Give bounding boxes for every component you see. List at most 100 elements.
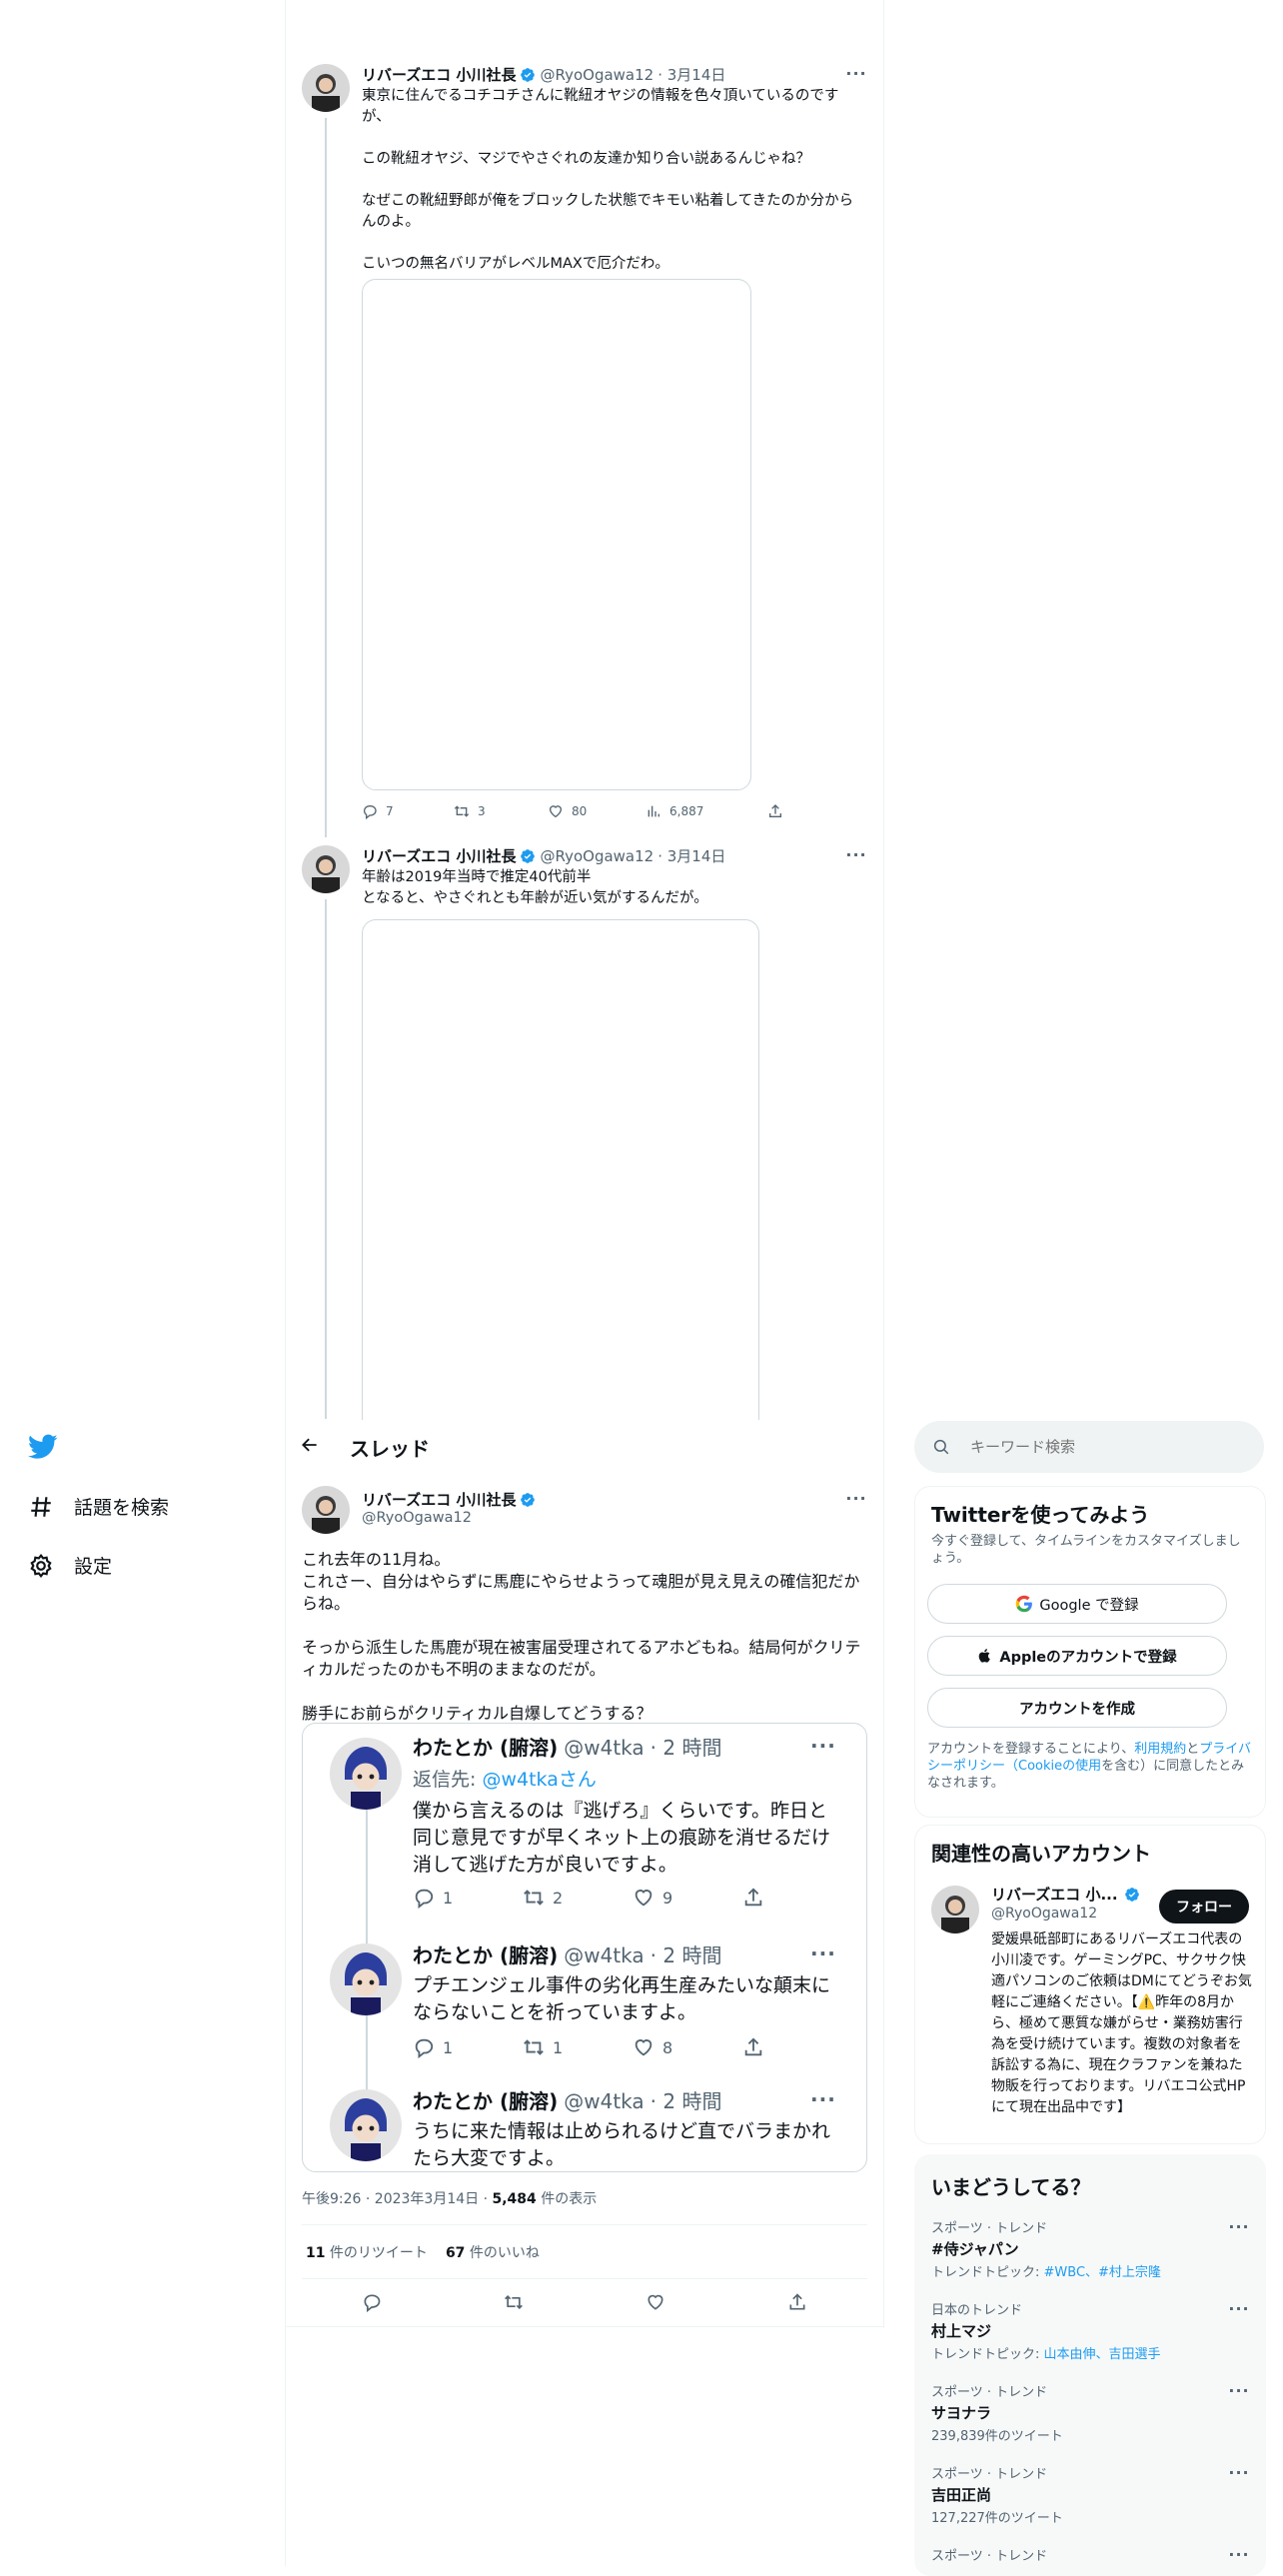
author-name[interactable]: リバーズエコ 小川社長 — [362, 64, 516, 85]
retweet-button[interactable] — [504, 2292, 645, 2316]
author-handle[interactable]: @RyoOgawa12 — [362, 1510, 472, 1526]
tweet-media[interactable] — [362, 279, 751, 790]
terms-link[interactable]: 利用規約 — [1134, 1742, 1186, 1757]
related-account-handle[interactable]: @RyoOgawa12 — [991, 1906, 1097, 1923]
like-button[interactable]: 80 — [548, 803, 645, 819]
likes-stat[interactable]: 67 件のいいね — [446, 2242, 540, 2262]
follow-button[interactable]: フォロー — [1159, 1890, 1249, 1924]
tweet-date-time[interactable]: 午後9:26 · 2023年3月14日 · — [302, 2191, 493, 2207]
tweet-media[interactable] — [362, 919, 759, 1420]
author-handle[interactable]: @w4tka — [564, 2089, 643, 2113]
trends-card: いまどうしてる？ スポーツ · トレンド #侍ジャパン トレンドトピック: #W… — [914, 2154, 1266, 2576]
divider — [302, 2224, 867, 2225]
share-icon — [769, 804, 781, 817]
more-options-icon[interactable]: ··· — [810, 1734, 835, 1758]
author-name[interactable]: わたとか (腑溶) — [413, 2085, 558, 2114]
more-options-icon[interactable]: ··· — [810, 1941, 835, 1965]
share-button[interactable] — [787, 2292, 807, 2316]
more-options-icon[interactable]: ··· — [810, 2087, 835, 2111]
author-handle[interactable]: @w4tka — [564, 1943, 643, 1967]
reply-button[interactable]: 7 — [362, 803, 454, 819]
apple-signup-button[interactable]: Appleのアカウントで登録 — [927, 1636, 1227, 1676]
tweet-date[interactable]: · 3月14日 — [657, 845, 725, 866]
more-options-icon[interactable]: ··· — [1227, 2463, 1251, 2483]
reply-to-link[interactable]: @w4tkaさん — [482, 1769, 596, 1791]
reply-button[interactable] — [362, 2292, 504, 2316]
nav-explore[interactable]: 話題を検索 — [28, 1493, 169, 1520]
search-bar[interactable] — [914, 1421, 1264, 1473]
more-options-icon[interactable]: ··· — [844, 845, 868, 865]
quoted-tweet[interactable]: わたとか (腑溶) @w4tka · 2 時間 返信先: @w4tkaさん 僕か… — [413, 1732, 852, 1909]
signup-card: Twitterを使ってみよう 今すぐ登録して、タイムラインをカスタマイズしましょ… — [914, 1486, 1266, 1818]
twitter-logo-icon[interactable] — [28, 1434, 58, 1464]
reply-icon — [364, 2294, 381, 2313]
trend-item[interactable]: スポーツ · トレンド サヨナラ 239,839件のツイート ··· — [931, 2381, 1251, 2444]
reply-button[interactable]: 1 — [413, 2036, 523, 2058]
tweet-header: リバーズエコ 小川社長 @RyoOgawa12 · 3月14日 — [362, 64, 725, 85]
cookie-link[interactable]: （Cookieの使用 — [1005, 1759, 1101, 1774]
google-signup-button[interactable]: Google で登録 — [927, 1584, 1227, 1624]
nav-settings[interactable]: 設定 — [28, 1552, 112, 1579]
back-button[interactable] — [300, 1435, 350, 1459]
like-button[interactable] — [645, 2292, 787, 2316]
trend-item[interactable]: スポーツ · トレンド ··· — [931, 2545, 1251, 2564]
hashtag-icon — [31, 1496, 51, 1517]
quoted-tweet[interactable]: わたとか (腑溶) @w4tka · 2 時間 プチエンジェル事件の劣化再生産み… — [413, 1939, 852, 2058]
retweet-button[interactable]: 3 — [454, 803, 548, 819]
avatar[interactable] — [330, 1738, 402, 1810]
retweet-button[interactable]: 2 — [523, 1887, 633, 1909]
more-options-icon[interactable]: ··· — [1227, 2217, 1251, 2237]
more-options-icon[interactable]: ··· — [1227, 2545, 1251, 2565]
retweets-stat[interactable]: 11 件のリツイート — [306, 2242, 428, 2262]
more-options-icon[interactable]: ··· — [844, 64, 868, 84]
author-name[interactable]: わたとか (腑溶) — [413, 1732, 558, 1761]
verified-badge-icon — [521, 848, 536, 863]
more-options-icon[interactable]: ··· — [844, 1489, 868, 1509]
views-button[interactable]: 6,887 — [645, 803, 767, 819]
tweet-timestamp: 午後9:26 · 2023年3月14日 · 5,484 件の表示 — [302, 2191, 598, 2207]
more-options-icon[interactable]: ··· — [1227, 2299, 1251, 2319]
share-button[interactable] — [767, 803, 783, 819]
avatar[interactable] — [931, 1886, 979, 1933]
more-options-icon[interactable]: ··· — [1227, 2381, 1251, 2401]
verified-badge-icon — [521, 1492, 536, 1507]
share-button[interactable] — [742, 1887, 764, 1909]
embedded-thread[interactable]: わたとか (腑溶) @w4tka · 2 時間 返信先: @w4tkaさん 僕か… — [302, 1723, 867, 2172]
tweet-time[interactable]: · 2 時間 — [650, 1732, 722, 1761]
author-name[interactable]: リバーズエコ 小川社長 — [362, 1489, 516, 1510]
like-button[interactable]: 8 — [633, 2036, 742, 2058]
reply-icon — [415, 2038, 434, 2058]
avatar[interactable] — [302, 845, 350, 893]
tweet-date[interactable]: · 3月14日 — [657, 64, 725, 85]
retweet-icon — [524, 2039, 544, 2055]
trends-title: いまどうしてる？ — [931, 2175, 1091, 2199]
author-handle[interactable]: @w4tka — [564, 1736, 643, 1760]
trend-topic-links[interactable]: #WBC、#村上宗隆 — [1044, 2265, 1161, 2280]
reply-icon — [363, 805, 377, 819]
author-handle[interactable]: @RyoOgawa12 — [540, 847, 653, 865]
create-account-button[interactable]: アカウントを作成 — [927, 1688, 1227, 1728]
share-icon — [744, 1888, 762, 1907]
tweet-time[interactable]: · 2 時間 — [650, 2085, 722, 2114]
reply-button[interactable]: 1 — [413, 1887, 523, 1909]
quoted-tweet[interactable]: わたとか (腑溶) @w4tka · 2 時間 うちに来た情報は止められるけど直… — [413, 2085, 852, 2172]
author-name[interactable]: リバーズエコ 小川社長 — [362, 845, 516, 866]
author-handle[interactable]: @RyoOgawa12 — [540, 66, 653, 84]
avatar[interactable] — [330, 1943, 402, 2015]
avatar[interactable] — [302, 1486, 350, 1534]
trend-item[interactable]: スポーツ · トレンド #侍ジャパン トレンドトピック: #WBC、#村上宗隆 … — [931, 2217, 1251, 2280]
main-tweet-author: リバーズエコ 小川社長 — [362, 1489, 536, 1510]
search-input[interactable] — [968, 1437, 1232, 1457]
share-button[interactable] — [742, 2036, 764, 2058]
trend-topic-links[interactable]: 山本由伸、吉田選手 — [1044, 2347, 1161, 2362]
avatar[interactable] — [330, 2089, 402, 2161]
avatar[interactable] — [302, 64, 350, 112]
like-button[interactable]: 9 — [633, 1887, 742, 1909]
tweet-time[interactable]: · 2 時間 — [650, 1939, 722, 1968]
related-account-name[interactable]: リバーズエコ 小... — [991, 1884, 1140, 1905]
trend-item[interactable]: スポーツ · トレンド 吉田正尚 127,227件のツイート ··· — [931, 2463, 1251, 2526]
retweet-button[interactable]: 1 — [523, 2036, 633, 2058]
trend-item[interactable]: 日本のトレンド 村上マジ トレンドトピック: 山本由伸、吉田選手 ··· — [931, 2299, 1251, 2362]
thread-connector-line — [325, 118, 327, 837]
author-name[interactable]: わたとか (腑溶) — [413, 1939, 558, 1968]
